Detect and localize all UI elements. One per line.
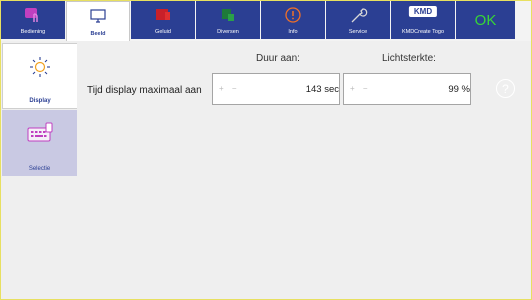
tab-service[interactable]: Service	[326, 1, 390, 39]
tools-icon	[222, 9, 234, 21]
sidebar-item-display[interactable]: Display	[2, 43, 77, 109]
tab-beeld[interactable]: Beeld	[66, 1, 130, 41]
keyboard-icon	[27, 122, 52, 142]
tab-kmdcreate[interactable]: KMD KMDCreate Togo	[391, 1, 455, 39]
hand-tap-icon	[25, 8, 38, 22]
tab-label: Beeld	[90, 31, 106, 37]
tab-label: Geluid	[155, 29, 171, 35]
tab-bediening[interactable]: Bediening	[1, 1, 65, 39]
tab-diversen[interactable]: Diversen	[196, 1, 260, 39]
kmd-logo-text: KMD	[413, 7, 433, 16]
ok-label: OK	[474, 11, 497, 29]
speaker-icon	[156, 9, 170, 20]
tab-label: Bediening	[20, 29, 46, 35]
brightness-value: 99 %	[448, 84, 470, 95]
tab-label: KMDCreate Togo	[401, 29, 445, 35]
sidebar-item-label: Selectie	[28, 166, 51, 172]
brightness-column-header: Lichtsterkte:	[382, 53, 436, 64]
help-button[interactable]: ?	[496, 79, 515, 98]
duration-plus-minus[interactable]: + −	[219, 84, 240, 93]
screen: Bediening Beeld Geluid Diversen Info Ser…	[0, 0, 532, 300]
sidebar-item-label: Display	[29, 98, 51, 104]
sidebar-item-selectie[interactable]: Selectie	[2, 110, 77, 176]
kmd-logo: KMD	[408, 6, 438, 17]
ok-button[interactable]: OK	[456, 1, 515, 39]
tab-geluid[interactable]: Geluid	[131, 1, 195, 39]
duration-column-header: Duur aan:	[256, 53, 300, 64]
tab-label: Info	[288, 29, 298, 35]
info-icon	[285, 7, 301, 23]
sidebar: Display Selectie	[1, 41, 77, 299]
brightness-stepper[interactable]: + − 99 %	[343, 73, 471, 105]
tab-label: Service	[348, 29, 368, 35]
help-icon: ?	[502, 81, 509, 96]
tab-label: Diversen	[217, 29, 239, 35]
tab-info[interactable]: Info	[261, 1, 325, 39]
top-tab-bar: Bediening Beeld Geluid Diversen Info Ser…	[1, 1, 531, 41]
display-timeout-label: Tijd display maximaal aan	[87, 85, 202, 96]
duration-stepper[interactable]: + − 143 sec	[212, 73, 340, 105]
monitor-icon	[90, 9, 106, 23]
wrench-icon	[351, 8, 368, 23]
brightness-plus-minus[interactable]: + −	[350, 84, 371, 93]
duration-value: 143 sec	[305, 84, 339, 95]
sun-brightness-icon	[30, 57, 50, 77]
